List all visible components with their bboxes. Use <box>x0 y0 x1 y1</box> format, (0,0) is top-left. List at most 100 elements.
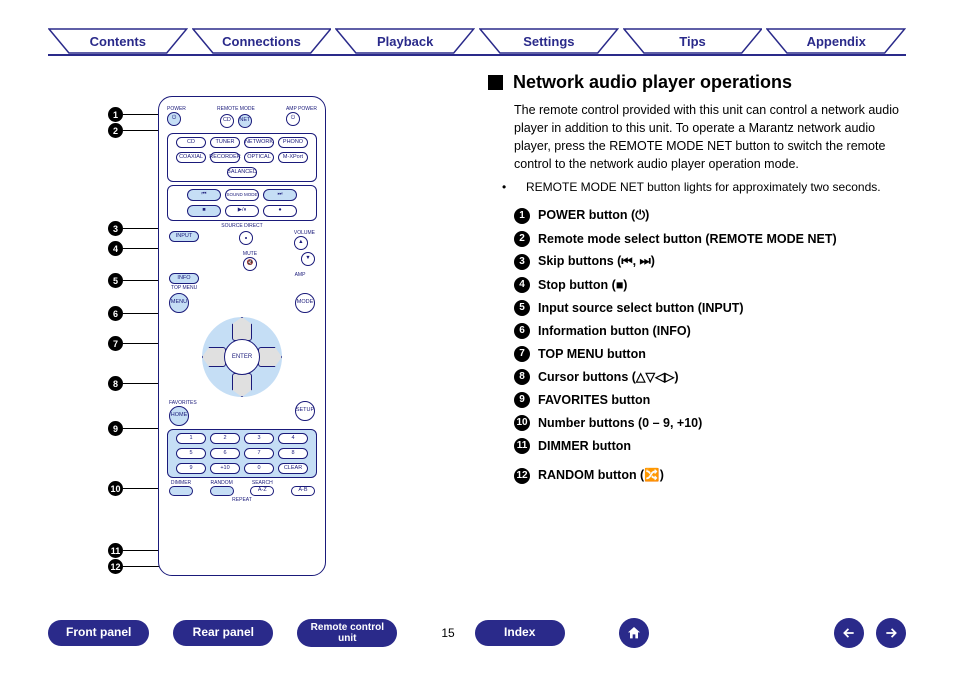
tab-label: Settings <box>479 28 619 54</box>
rc-label: RANDOM <box>210 481 234 486</box>
list-item: 7TOP MENU button <box>514 346 906 362</box>
tab-settings[interactable]: Settings <box>479 28 619 54</box>
nav-rear-panel[interactable]: Rear panel <box>173 620 273 645</box>
tab-label: Appendix <box>766 28 906 54</box>
rc-power-button: ⏻ <box>167 112 181 126</box>
rc-cursor-left <box>202 347 226 367</box>
home-icon[interactable] <box>619 618 649 648</box>
tab-appendix[interactable]: Appendix <box>766 28 906 54</box>
rc-src-recorder: RECORDER <box>210 152 240 163</box>
rc-setup: SETUP <box>295 401 315 421</box>
callout-2: 2 <box>108 123 123 138</box>
callout-1: 1 <box>108 107 123 122</box>
rc-stop: ■ <box>187 205 221 217</box>
note-bullet: REMOTE MODE NET button lights for approx… <box>514 180 906 194</box>
list-item: 5Input source select button (INPUT) <box>514 300 906 316</box>
callout-6: 6 <box>108 306 123 321</box>
rc-info: INFO <box>169 273 199 284</box>
rc-search: A-Z <box>250 486 274 496</box>
callout-4: 4 <box>108 241 123 256</box>
remote-diagram-panel: 1 2 3 4 5 6 7 8 9 10 11 12 POWER ⏻ <box>48 72 438 593</box>
tab-label: Connections <box>192 28 332 54</box>
rc-num-5: 5 <box>176 448 206 459</box>
item-label: Skip buttons (⏮, ⏭) <box>538 254 655 269</box>
tab-connections[interactable]: Connections <box>192 28 332 54</box>
rc-label: SEARCH <box>250 481 274 486</box>
rc-numpad: 1 2 3 4 5 6 7 8 9 +10 0 CLEAR <box>167 429 317 478</box>
rc-mode-net: NET <box>238 114 252 128</box>
rc-play-pause: ▶/⏸ <box>225 205 259 217</box>
rc-label: REMOTE MODE <box>217 107 255 112</box>
rc-random <box>210 486 234 496</box>
rc-skip-prev: ⏮ <box>187 189 221 201</box>
rc-label: AMP <box>285 273 315 284</box>
tab-label: Contents <box>48 28 188 54</box>
rc-amp-power: ⏻ <box>286 112 300 126</box>
rc-src-phono: PHONO <box>278 137 308 148</box>
list-item: 1POWER button (⏻) <box>514 208 906 224</box>
list-item: 6Information button (INFO) <box>514 323 906 339</box>
callout-11: 11 <box>108 543 123 558</box>
rc-num-1: 1 <box>176 433 206 444</box>
rc-enter: ENTER <box>224 339 260 375</box>
rc-mute: 🔇 <box>243 257 257 271</box>
item-label: POWER button (⏻) <box>538 208 649 223</box>
rc-skip-next: ⏭ <box>263 189 297 201</box>
tab-tips[interactable]: Tips <box>623 28 763 54</box>
callout-8: 8 <box>108 376 123 391</box>
tab-label: Playback <box>335 28 475 54</box>
item-label: Information button (INFO) <box>538 324 691 338</box>
list-item: 10Number buttons (0 – 9, +10) <box>514 415 906 431</box>
list-item: 2Remote mode select button (REMOTE MODE … <box>514 231 906 247</box>
callout-10: 10 <box>108 481 123 496</box>
rc-cursor-up <box>232 317 252 341</box>
rc-num-8: 8 <box>278 448 308 459</box>
list-item: 8Cursor buttons (△▽◁▷) <box>514 369 906 385</box>
rc-label: VOLUME <box>294 231 315 236</box>
rc-transport-group: ⏮ SOUND MODE ⏭ ■ ▶/⏸ ● <box>167 185 317 221</box>
rc-src-optical: OPTICAL <box>244 152 274 163</box>
rc-src-network: NETWORK <box>244 137 274 148</box>
rc-vol-up: ▲ <box>294 236 308 250</box>
intro-paragraph: The remote control provided with this un… <box>514 101 906 174</box>
section-marker-icon <box>488 75 503 90</box>
rc-source-group: CD TUNER NETWORK PHONO COAXIAL RECORDER … <box>167 133 317 182</box>
nav-index[interactable]: Index <box>475 620 565 645</box>
rc-clear: CLEAR <box>278 463 308 474</box>
item-label: Stop button (■) <box>538 278 627 292</box>
item-label: Input source select button (INPUT) <box>538 301 744 315</box>
rc-cursor-right <box>258 347 282 367</box>
next-page-icon[interactable] <box>876 618 906 648</box>
rc-mode-btn: MODE <box>295 293 315 313</box>
rc-cursor-down <box>232 373 252 397</box>
item-label: FAVORITES button <box>538 393 650 407</box>
rc-num-6: 6 <box>210 448 240 459</box>
rc-num-3: 3 <box>244 433 274 444</box>
list-item: 12RANDOM button (🔀) <box>514 468 906 484</box>
callout-12: 12 <box>108 559 123 574</box>
item-label: DIMMER button <box>538 439 631 453</box>
rc-label: FAVORITES <box>169 401 197 406</box>
rc-src-balanced: BALANCED <box>227 167 257 178</box>
nav-remote-control-unit[interactable]: Remote controlunit <box>297 619 397 647</box>
item-label: RANDOM button (🔀) <box>538 468 664 483</box>
rc-label: POWER <box>167 107 186 112</box>
callout-markers: 1 2 3 4 5 6 7 8 9 10 11 12 <box>108 96 158 576</box>
list-item: 3Skip buttons (⏮, ⏭) <box>514 254 906 270</box>
tab-playback[interactable]: Playback <box>335 28 475 54</box>
rc-input: INPUT <box>169 231 199 242</box>
rc-top-menu: MENU <box>169 293 189 313</box>
tab-contents[interactable]: Contents <box>48 28 188 54</box>
rc-src-cd: CD <box>176 137 206 148</box>
rc-label: TOP MENU <box>171 286 319 291</box>
page-number: 15 <box>441 626 454 640</box>
rc-dpad: ENTER <box>202 317 282 397</box>
nav-front-panel[interactable]: Front panel <box>48 620 149 645</box>
rc-vol-down: ▼ <box>301 252 315 266</box>
rc-label: SOURCE DIRECT <box>165 224 319 229</box>
top-tabs: Contents Connections Playback Settings T… <box>48 28 906 56</box>
list-item: 4Stop button (■) <box>514 277 906 293</box>
rc-src-maux: M-XPort <box>278 152 308 163</box>
rc-num-4: 4 <box>278 433 308 444</box>
prev-page-icon[interactable] <box>834 618 864 648</box>
